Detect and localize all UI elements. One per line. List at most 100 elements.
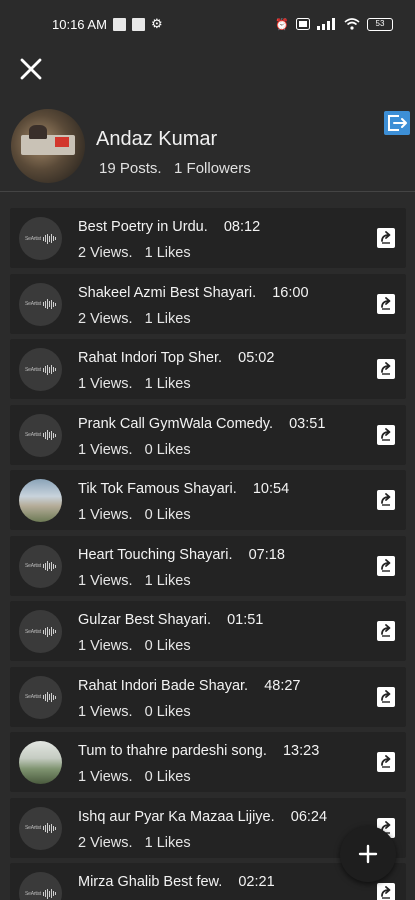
post-row[interactable]: SeArtist Shakeel Azmi Best Shayari. 16:00… — [10, 273, 406, 334]
logo-label: SeArtist — [25, 825, 41, 831]
logo-text: SeArtist — [25, 626, 56, 637]
post-title: Rahat Indori Bade Shayar. 48:27 — [78, 677, 301, 694]
close-icon — [20, 58, 42, 80]
soundwave-icon — [42, 823, 56, 833]
share-icon[interactable] — [376, 424, 396, 446]
logo-label: SeArtist — [25, 366, 41, 373]
battery-level: 53 — [375, 18, 385, 28]
logo-text: SeArtist — [25, 430, 56, 440]
logo-label: SeArtist — [25, 694, 41, 700]
avatar-scene — [29, 125, 47, 139]
signal-icon — [317, 18, 335, 30]
post-thumbnail-logo: SeArtist — [19, 544, 62, 588]
logo-text: SeArtist — [25, 233, 56, 244]
soundwave-icon — [42, 364, 56, 375]
post-title: Gulzar Best Shayari. 01:51 — [78, 612, 264, 628]
soundwave-icon — [42, 561, 56, 571]
post-stats: 1 Views. 0 Likes — [78, 441, 191, 458]
logo-text: SeArtist — [25, 692, 56, 702]
logo-label: SeArtist — [25, 890, 41, 897]
gear-icon: ⚙ — [150, 16, 163, 31]
post-title: Ishq aur Pyar Ka Mazaa Lijiye. 06:24 — [78, 808, 328, 825]
logo-text: SeArtist — [25, 299, 56, 309]
status-right: ⏰ 53 — [275, 17, 393, 31]
post-title: Best Poetry in Urdu. 08:12 — [78, 219, 261, 235]
post-thumbnail-logo: SeArtist — [19, 675, 62, 719]
notification-icon — [112, 17, 126, 31]
post-stats: 1 Views. 1 Likes — [78, 376, 191, 392]
post-title: Mirza Ghalib Best few. 02:21 — [78, 874, 275, 890]
share-icon[interactable] — [376, 620, 396, 642]
post-stats: 1 Views. 0 Likes — [78, 703, 191, 720]
logo-text: SeArtist — [25, 823, 56, 833]
post-thumbnail-logo: SeArtist — [19, 413, 62, 457]
soundwave-icon — [42, 233, 56, 244]
avatar[interactable] — [11, 109, 85, 183]
soundwave-icon — [42, 888, 56, 899]
avatar-scene — [55, 137, 69, 147]
post-row[interactable]: SeArtist Prank Call GymWala Comedy. 03:51… — [10, 404, 406, 465]
post-title: Rahat Indori Top Sher. 05:02 — [78, 350, 275, 366]
logo-text: SeArtist — [25, 888, 56, 899]
soundwave-icon — [42, 430, 56, 440]
post-stats: 2 Views. 1 Likes — [78, 310, 191, 327]
post-thumbnail-logo: SeArtist — [19, 610, 62, 653]
status-bar: 10:16 AM ⚙ ⏰ 53 — [0, 0, 415, 48]
post-row[interactable]: SeArtist Best Poetry in Urdu. 08:12 2 View… — [10, 208, 406, 268]
battery-icon: 53 — [367, 17, 393, 31]
share-icon[interactable] — [376, 751, 396, 773]
post-thumbnail-logo: SeArtist — [19, 806, 62, 850]
post-row[interactable]: SeArtist Gulzar Best Shayari. 01:51 1 View… — [10, 601, 406, 661]
post-title: Shakeel Azmi Best Shayari. 16:00 — [78, 284, 309, 301]
profile-header: Andaz Kumar 19 Posts. 1 Followers — [0, 104, 415, 192]
post-thumbnail-logo: SeArtist — [19, 217, 62, 260]
soundwave-icon — [42, 299, 56, 309]
post-title: Prank Call GymWala Comedy. 03:51 — [78, 415, 326, 432]
alarm-icon: ⏰ — [275, 18, 289, 31]
post-title: Heart Touching Shayari. 07:18 — [78, 546, 285, 563]
share-icon[interactable] — [376, 555, 396, 577]
logo-label: SeArtist — [25, 235, 41, 242]
post-stats: 1 Views. 1 Likes — [78, 572, 191, 589]
share-icon[interactable] — [376, 489, 396, 511]
wifi-icon — [344, 18, 360, 30]
logout-icon — [384, 111, 410, 135]
post-list: SeArtist Best Poetry in Urdu. 08:12 2 View… — [10, 208, 408, 900]
post-title: Tum to thahre pardeshi song. 13:23 — [78, 743, 320, 759]
post-row[interactable]: Tum to thahre pardeshi song. 13:23 1 View… — [10, 732, 406, 792]
post-row[interactable]: SeArtist Rahat Indori Bade Shayar. 48:27 1… — [10, 666, 406, 727]
post-row[interactable]: SeArtist Rahat Indori Top Sher. 05:02 1 Vi… — [10, 339, 406, 399]
post-stats: 1 Views. 0 Likes — [78, 769, 191, 785]
logo-label: SeArtist — [25, 301, 41, 307]
profile-stats: 19 Posts. 1 Followers — [99, 160, 251, 177]
soundwave-icon — [42, 692, 56, 702]
post-thumbnail — [19, 741, 62, 784]
share-icon[interactable] — [376, 293, 396, 315]
post-stats: 2 Views. 1 Likes — [78, 245, 191, 261]
logout-button[interactable] — [383, 110, 411, 136]
status-left: 10:16 AM ⚙ — [52, 16, 163, 32]
logo-label: SeArtist — [25, 628, 41, 635]
post-stats: 1 Views. 0 Likes — [78, 638, 191, 654]
share-icon[interactable] — [376, 882, 396, 900]
post-title: Tik Tok Famous Shayari. 10:54 — [78, 481, 290, 497]
add-post-button[interactable] — [340, 826, 396, 882]
soundwave-icon — [42, 626, 56, 637]
add-icon — [358, 844, 378, 864]
status-time: 10:16 AM — [52, 16, 107, 32]
post-row[interactable]: Tik Tok Famous Shayari. 10:54 1 Views. 0 … — [10, 470, 406, 530]
close-button[interactable] — [14, 52, 48, 86]
profile-name: Andaz Kumar — [96, 128, 218, 150]
share-icon[interactable] — [376, 686, 396, 708]
share-icon[interactable] — [376, 227, 396, 249]
post-thumbnail-logo: SeArtist — [19, 348, 62, 391]
post-thumbnail-logo: SeArtist — [19, 872, 62, 900]
volte-icon — [296, 18, 310, 30]
logo-label: SeArtist — [25, 432, 41, 438]
post-stats: 1 Views. 0 Likes — [78, 507, 191, 523]
share-icon[interactable] — [376, 358, 396, 380]
post-row[interactable]: SeArtist Heart Touching Shayari. 07:18 1 V… — [10, 535, 406, 596]
post-thumbnail-logo: SeArtist — [19, 282, 62, 326]
post-thumbnail — [19, 479, 62, 522]
post-stats: 2 Views. 1 Likes — [78, 834, 191, 851]
